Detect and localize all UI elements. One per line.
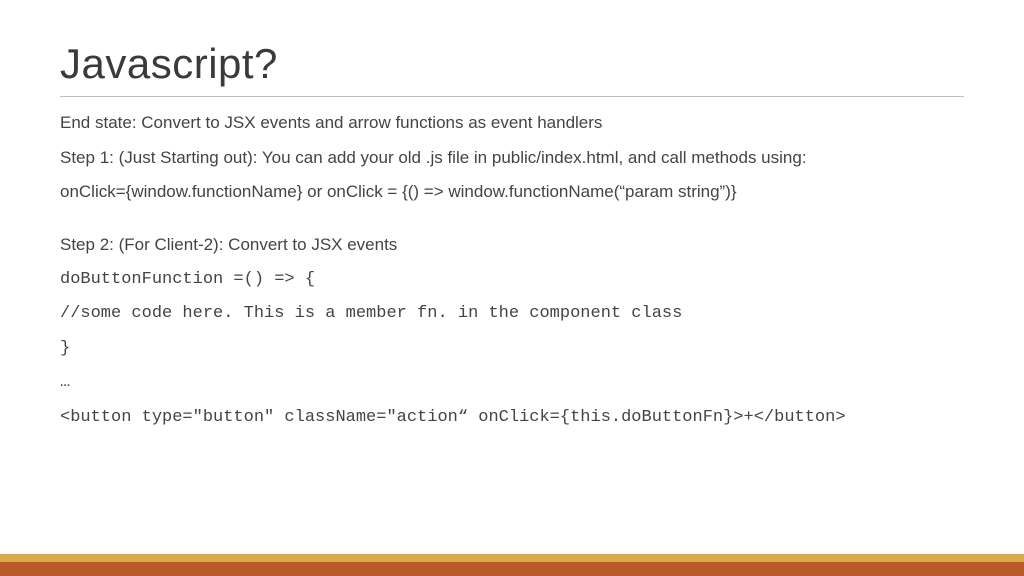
code-line-3: } bbox=[60, 337, 964, 362]
slide-title: Javascript? bbox=[60, 40, 964, 88]
title-rule bbox=[60, 96, 964, 97]
slide-container: Javascript? End state: Convert to JSX ev… bbox=[0, 0, 1024, 576]
line-end-state: End state: Convert to JSX events and arr… bbox=[60, 111, 964, 136]
footer-accent bbox=[0, 554, 1024, 576]
footer-bar-bottom bbox=[0, 562, 1024, 576]
code-line-2: //some code here. This is a member fn. i… bbox=[60, 302, 964, 327]
line-step-1: Step 1: (Just Starting out): You can add… bbox=[60, 146, 964, 171]
line-onclick-old: onClick={window.functionName} or onClick… bbox=[60, 180, 964, 205]
line-step-2: Step 2: (For Client-2): Convert to JSX e… bbox=[60, 233, 964, 258]
code-line-5: <button type="button" className="action“… bbox=[60, 406, 964, 431]
slide-body: End state: Convert to JSX events and arr… bbox=[60, 111, 964, 431]
footer-bar-top bbox=[0, 554, 1024, 562]
code-line-4: … bbox=[60, 371, 964, 396]
code-line-1: doButtonFunction =() => { bbox=[60, 268, 964, 293]
spacer bbox=[60, 215, 964, 233]
